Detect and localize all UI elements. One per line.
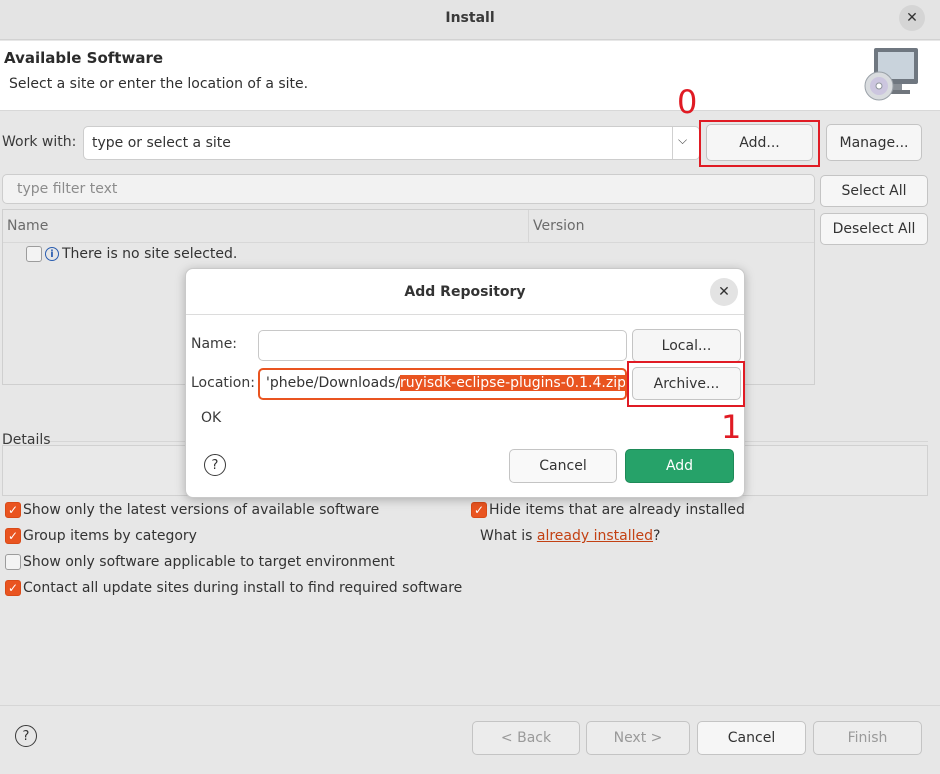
dialog-add-button[interactable]: Add xyxy=(625,449,734,483)
close-icon: ✕ xyxy=(718,284,730,300)
dialog-help-icon[interactable]: ? xyxy=(204,454,226,476)
page-title: Available Software xyxy=(4,49,164,67)
status-message: OK xyxy=(201,410,222,426)
info-icon: i xyxy=(45,247,59,261)
dialog-title: Add Repository xyxy=(404,284,526,300)
window-title: Install xyxy=(445,10,495,26)
select-all-button[interactable]: Select All xyxy=(820,175,928,207)
window-close-button[interactable]: ✕ xyxy=(899,5,925,31)
checkbox-checked[interactable]: ✓ xyxy=(5,502,21,518)
already-installed-link[interactable]: already installed xyxy=(537,528,653,544)
option-hide-installed[interactable]: ✓ Hide items that are already installed xyxy=(471,502,745,518)
filter-placeholder: type filter text xyxy=(17,181,118,197)
checkbox-unchecked[interactable] xyxy=(5,554,21,570)
checkbox-checked[interactable]: ✓ xyxy=(5,528,21,544)
dialog-cancel-button[interactable]: Cancel xyxy=(509,449,617,483)
column-header-name[interactable]: Name xyxy=(3,210,529,242)
what-is-prefix: What is xyxy=(480,528,537,544)
finish-button[interactable]: Finish xyxy=(813,721,922,755)
page-description: Select a site or enter the location of a… xyxy=(9,76,309,92)
option-label: Show only software applicable to target … xyxy=(23,554,395,570)
back-button[interactable]: < Back xyxy=(472,721,580,755)
location-label: Location: xyxy=(191,375,255,391)
work-with-combo[interactable]: type or select a site ⌵ xyxy=(83,126,700,160)
location-text: 'phebe/Downloads/ xyxy=(266,375,401,391)
annotation-box-0 xyxy=(699,120,820,167)
what-is-suffix: ? xyxy=(653,528,661,544)
option-label: Show only the latest versions of availab… xyxy=(23,502,380,518)
deselect-all-button[interactable]: Deselect All xyxy=(820,213,928,245)
close-icon: ✕ xyxy=(906,10,918,26)
filter-input[interactable]: type filter text xyxy=(2,174,815,204)
annotation-box-1 xyxy=(627,361,745,407)
dialog-close-button[interactable]: ✕ xyxy=(710,278,738,306)
name-label: Name: xyxy=(191,336,238,352)
checkbox-checked[interactable]: ✓ xyxy=(471,502,487,518)
name-input[interactable] xyxy=(258,330,627,361)
column-header-version[interactable]: Version xyxy=(529,210,814,242)
checkbox-checked[interactable]: ✓ xyxy=(5,580,21,596)
work-with-label: Work with: xyxy=(2,134,77,150)
manage-sites-button[interactable]: Manage... xyxy=(826,124,922,161)
combo-divider xyxy=(672,127,673,159)
option-target-environment[interactable]: Show only software applicable to target … xyxy=(5,554,395,570)
option-label: Contact all update sites during install … xyxy=(23,580,463,596)
option-group-by-category[interactable]: ✓ Group items by category xyxy=(5,528,197,544)
location-input[interactable]: 'phebe/Downloads/ruyisdk-eclipse-plugins… xyxy=(258,368,627,400)
location-selected-text: ruyisdk-eclipse-plugins-0.1.4.zip!/ xyxy=(400,375,625,391)
header-divider xyxy=(3,242,814,243)
next-button[interactable]: Next > xyxy=(586,721,690,755)
chevron-down-icon[interactable]: ⌵ xyxy=(678,133,687,148)
dialog-header-divider xyxy=(186,314,744,315)
help-icon[interactable]: ? xyxy=(15,725,37,747)
option-latest-versions[interactable]: ✓ Show only the latest versions of avail… xyxy=(5,502,379,518)
cancel-button[interactable]: Cancel xyxy=(697,721,806,755)
local-button[interactable]: Local... xyxy=(632,329,741,362)
footer-separator xyxy=(0,705,940,706)
work-with-value: type or select a site xyxy=(92,135,231,151)
annotation-marker-1: 1 xyxy=(721,408,742,446)
option-contact-all-sites[interactable]: ✓ Contact all update sites during instal… xyxy=(5,580,462,596)
row-checkbox[interactable] xyxy=(26,246,42,262)
table-row[interactable]: i There is no site selected. xyxy=(26,246,237,262)
row-name: There is no site selected. xyxy=(62,246,238,262)
title-bar: Install xyxy=(0,0,940,40)
option-label: Group items by category xyxy=(23,528,197,544)
annotation-marker-0: 0 xyxy=(677,83,698,121)
option-label: Hide items that are already installed xyxy=(489,502,745,518)
what-is-installed: What is already installed? xyxy=(480,528,660,544)
install-monitor-icon xyxy=(862,46,920,104)
